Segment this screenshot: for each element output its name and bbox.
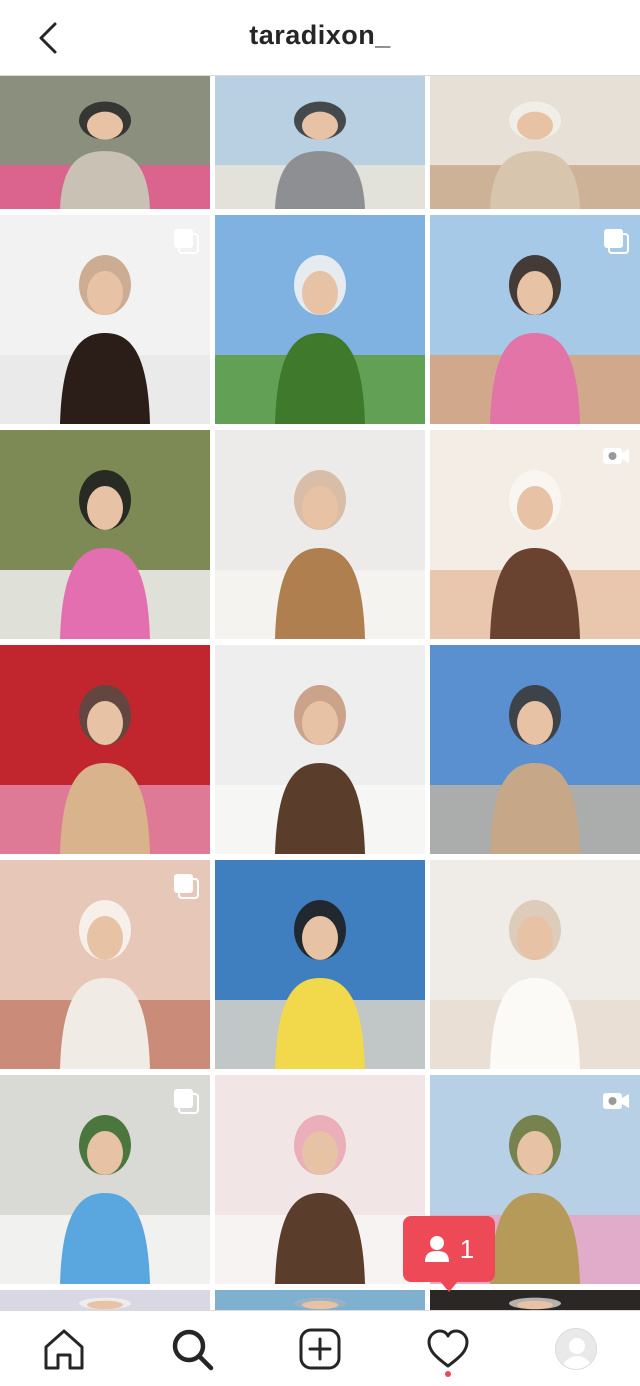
photo-girls-dresses[interactable] [430, 76, 640, 209]
nav-home[interactable] [40, 1325, 88, 1373]
carousel-icon [174, 1089, 199, 1114]
posts-grid [0, 76, 640, 1310]
carousel-icon [174, 874, 199, 899]
photo-two-girls-studio[interactable] [0, 215, 210, 424]
nav-profile[interactable] [552, 1325, 600, 1373]
photo-family-house[interactable] [0, 1075, 210, 1284]
top-bar: taradixon_ [0, 0, 640, 76]
nav-activity[interactable] [424, 1325, 472, 1373]
photo-thumbnail [430, 1290, 640, 1310]
photo-women-restaurant[interactable] [0, 645, 210, 854]
carousel-icon [604, 229, 629, 254]
notification-count: 1 [459, 1233, 475, 1264]
photo-girl-portrait[interactable] [215, 430, 425, 639]
photo-thumbnail [215, 215, 425, 424]
follow-notification-bubble[interactable]: 1 [403, 1216, 495, 1292]
photo-thumbnail [0, 76, 210, 209]
photo-thumbnail [430, 860, 640, 1069]
nav-new-post[interactable] [296, 1325, 344, 1373]
photo-thumbnail [0, 430, 210, 639]
photo-family-walk[interactable] [0, 76, 210, 209]
photo-row7-left[interactable] [0, 1290, 210, 1310]
heart-icon [427, 1329, 469, 1368]
photo-boy-basketball[interactable] [215, 860, 425, 1069]
photo-thumbnail [215, 76, 425, 209]
photo-women-selfie-sunglasses[interactable] [430, 215, 640, 424]
activity-indicator-dot [445, 1371, 451, 1377]
bottom-navigation [0, 1310, 640, 1386]
photo-orchid-vase[interactable] [430, 860, 640, 1069]
user-follow-icon [424, 1236, 449, 1262]
photo-thumbnail [215, 645, 425, 854]
photo-woman-vineyard[interactable] [215, 215, 425, 424]
photo-thumbnail [0, 645, 210, 854]
nav-search[interactable] [168, 1325, 216, 1373]
avatar-icon [555, 1328, 597, 1370]
photo-thumbnail [215, 860, 425, 1069]
photo-thumbnail [430, 76, 640, 209]
photo-thumbnail [215, 430, 425, 639]
photo-woman-laptop[interactable] [215, 1075, 425, 1284]
photo-family-beach[interactable] [430, 645, 640, 854]
reel-icon [603, 448, 629, 464]
home-icon [44, 1329, 84, 1370]
photo-thumbnail [215, 1075, 425, 1284]
photo-three-women[interactable] [0, 430, 210, 639]
photo-thumbnail [430, 645, 640, 854]
plus-square-icon [299, 1328, 341, 1370]
profile-username: taradixon_ [249, 20, 391, 50]
photo-family-bridge[interactable] [215, 76, 425, 209]
photo-row7-right[interactable] [430, 1290, 640, 1310]
reel-icon [603, 1093, 629, 1109]
photo-massage-spa[interactable] [0, 860, 210, 1069]
photo-thumbnail [215, 1290, 425, 1310]
photo-woman-coffee[interactable] [215, 645, 425, 854]
notification-pointer [439, 1280, 459, 1292]
carousel-icon [174, 229, 199, 254]
search-icon [172, 1329, 214, 1371]
photo-row7-middle[interactable] [215, 1290, 425, 1310]
photo-thumbnail [0, 1290, 210, 1310]
photo-girl-closeup[interactable] [430, 430, 640, 639]
